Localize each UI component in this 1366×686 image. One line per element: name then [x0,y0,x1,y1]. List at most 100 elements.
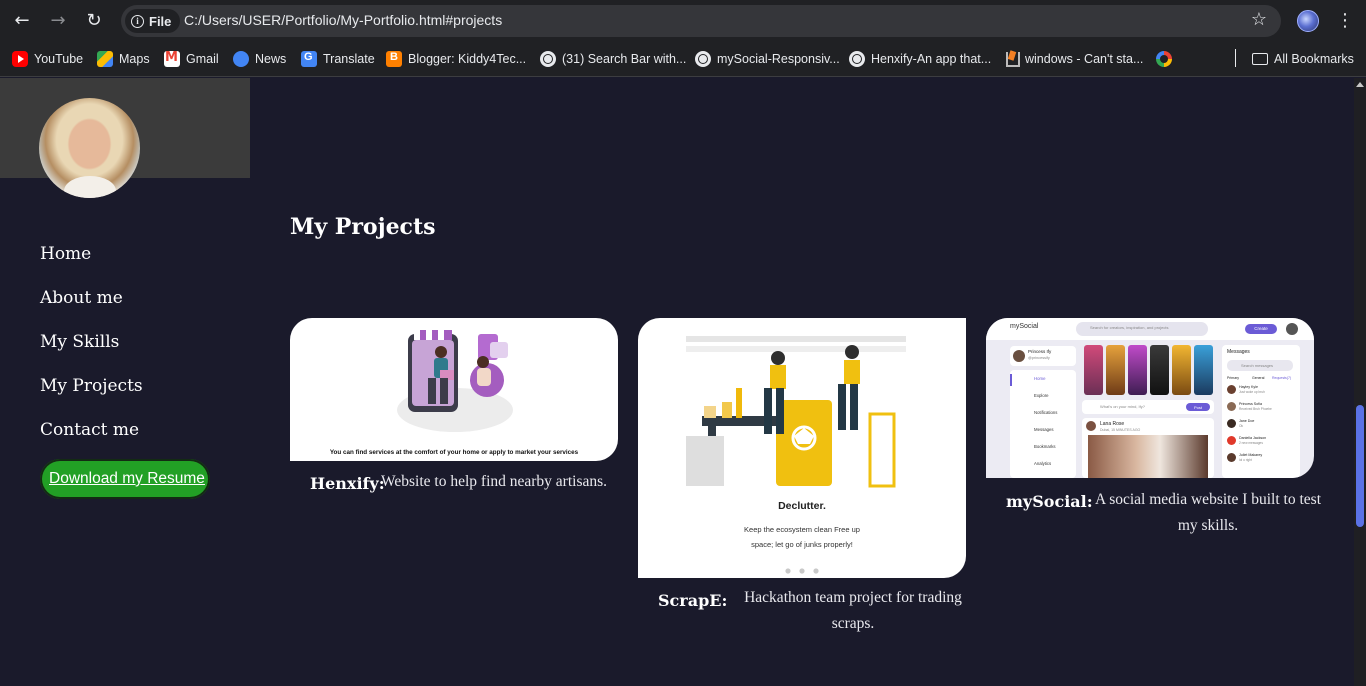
scrape-description: Hackathon team project for trading scrap… [744,589,962,632]
bookmark-henxify[interactable]: Henxify-An app that... [849,50,991,68]
mysocial-post-author: Lana Rose [1100,421,1125,427]
nav-home[interactable]: Home [40,241,143,285]
bookmark-maps[interactable]: Maps [97,50,150,68]
mysocial-contact-message: lol u right [1239,458,1252,462]
mysocial-menu-item: Messages [1034,427,1054,432]
reload-icon[interactable]: ↻ [82,9,106,33]
scrape-illustration: Declutter. Keep the ecosystem clean Free… [686,336,906,574]
mysocial-messages-tab: Primary [1227,376,1240,380]
mysocial-title: mySocial: [1006,492,1093,511]
download-resume-button[interactable]: Download my Resume [40,459,210,499]
mysocial-messages-tab: General [1252,376,1265,380]
kebab-menu-icon[interactable]: ⋮ [1336,9,1354,33]
mysocial-search-text: Search for creators, inspiration, and pr… [1090,325,1169,330]
bookmark-label: windows - Can't sta... [1025,52,1144,66]
scrape-screenshot[interactable]: Declutter. Keep the ecosystem clean Free… [638,318,966,578]
bookmark-search-bar[interactable]: (31) Search Bar with... [540,50,686,68]
mysocial-contact-name: Hayley Kyle [1239,385,1258,389]
stackoverflow-icon [1003,51,1020,67]
address-bar[interactable]: i File C:/Users/USER/Portfolio/My-Portfo… [121,5,1281,37]
profile-avatar[interactable] [1297,10,1319,32]
all-bookmarks[interactable]: All Bookmarks [1252,50,1354,68]
mysocial-messages-search: Search messages [1241,363,1274,368]
sidebar-nav: Home About me My Skills My Projects Cont… [40,241,143,461]
arrow-left-icon[interactable]: ← [10,9,34,33]
mysocial-contact-name: Daniella Jackson [1239,436,1267,440]
profile-photo [39,98,140,198]
nav-my-skills[interactable]: My Skills [40,329,143,373]
bookmark-windows[interactable]: windows - Can't sta... [1003,50,1143,68]
mysocial-contact-name: Jane Doe [1239,419,1255,423]
mysocial-post-label: Post [1193,404,1202,410]
scrape-image-text: Keep the ecosystem clean Free up space; … [744,525,860,549]
bookmark-label: Blogger: Kiddy4Tec... [408,52,527,66]
mysocial-contact-message: 2 new messages [1239,441,1263,445]
nav-contact-me[interactable]: Contact me [40,417,143,461]
all-bookmarks-label: All Bookmarks [1274,52,1354,66]
mysocial-contact-message: Received Bruh Phoebe [1239,407,1272,411]
bookmark-mysocial[interactable]: mySocial-Responsiv... [695,50,840,68]
globe-icon [849,51,865,67]
bookmark-label: Translate [323,52,375,66]
info-icon: i [131,14,144,28]
mysocial-navbar: mySocial Search for creators, inspiratio… [986,318,1314,340]
portfolio-page: Home About me My Skills My Projects Cont… [0,78,1354,686]
bookmark-label: mySocial-Responsiv... [717,52,840,66]
scrape-image-title: Declutter. [778,500,826,512]
bookmark-label: Gmail [186,52,219,66]
arrow-right-icon[interactable]: → [46,9,70,33]
bookmark-translate[interactable]: Translate [301,50,375,68]
mysocial-contact-message: Ok [1239,424,1244,428]
mysocial-description: A social media website I built to test m… [1095,491,1321,534]
bookmark-news[interactable]: News [233,50,286,68]
mysocial-stories [1082,345,1214,397]
bookmark-label: YouTube [34,52,84,66]
mysocial-profile-name: Princess Ify [1028,349,1052,354]
site-chip-label: File [149,13,172,29]
mysocial-profile-card: Princess Ify @princessify [1010,346,1076,366]
youtube-icon [12,51,28,67]
scroll-thumb[interactable] [1356,405,1364,527]
henxify-illustration: You can find services at the comfort of … [330,330,579,456]
browser-toolbar: ← → ↻ i File C:/Users/USER/Portfolio/My-… [0,0,1366,42]
mysocial-compose-text: What's on your mind, Ify? [1100,404,1146,409]
scroll-up-icon[interactable] [1356,82,1364,87]
bookmark-label: (31) Search Bar with... [562,52,687,66]
mysocial-menu-item: Explore [1034,393,1049,398]
mysocial-create-button: Create [1245,324,1277,334]
url-text[interactable]: C:/Users/USER/Portfolio/My-Portfolio.htm… [184,12,502,28]
mysocial-menu-item: Analytics [1034,461,1052,466]
mysocial-profile-handle: @princessify [1028,356,1050,360]
globe-icon [695,51,711,67]
star-icon[interactable]: ☆ [1251,9,1267,30]
henxify-image-caption: You can find services at the comfort of … [330,449,579,456]
bookmark-google[interactable] [1156,50,1172,68]
translate-icon [301,51,317,67]
bookmarks-bar: YouTube Maps Gmail News Translate Blogge… [0,42,1366,77]
henxify-title: Henxify: [310,474,385,493]
page-scrollbar[interactable] [1354,78,1366,686]
mysocial-menu: Home Explore Notifications Messages Book… [1010,370,1076,478]
gmail-icon [164,50,180,67]
mysocial-screenshot[interactable]: mySocial Search for creators, inspiratio… [986,318,1314,478]
mysocial-menu-item: Bookmarks [1034,444,1056,449]
globe-icon [540,51,556,67]
henxify-screenshot[interactable]: You can find services at the comfort of … [290,318,618,461]
mysocial-messages-title: Messages [1227,349,1250,355]
bookmark-gmail[interactable]: Gmail [164,50,219,68]
mysocial-create-label: Create [1254,326,1268,331]
nav-about-me[interactable]: About me [40,285,143,329]
mysocial-contact-name: Princess Sofia [1239,402,1262,406]
bookmarks-divider [1235,49,1236,67]
bookmark-blogger[interactable]: Blogger: Kiddy4Tec... [386,50,526,68]
blogger-icon [386,51,402,67]
mysocial-menu-item: Home [1034,376,1046,381]
bookmark-youtube[interactable]: YouTube [12,50,83,68]
nav-my-projects[interactable]: My Projects [40,373,143,417]
mysocial-messages: Messages Search messages Primary General… [1222,345,1300,478]
mysocial-contact-message: Just woke up bruh [1239,390,1265,394]
scrape-title: ScrapE: [658,591,728,610]
mysocial-brand: mySocial [1010,323,1039,330]
bookmark-label: Henxify-An app that... [871,52,992,66]
site-info-chip[interactable]: i File [125,9,181,33]
